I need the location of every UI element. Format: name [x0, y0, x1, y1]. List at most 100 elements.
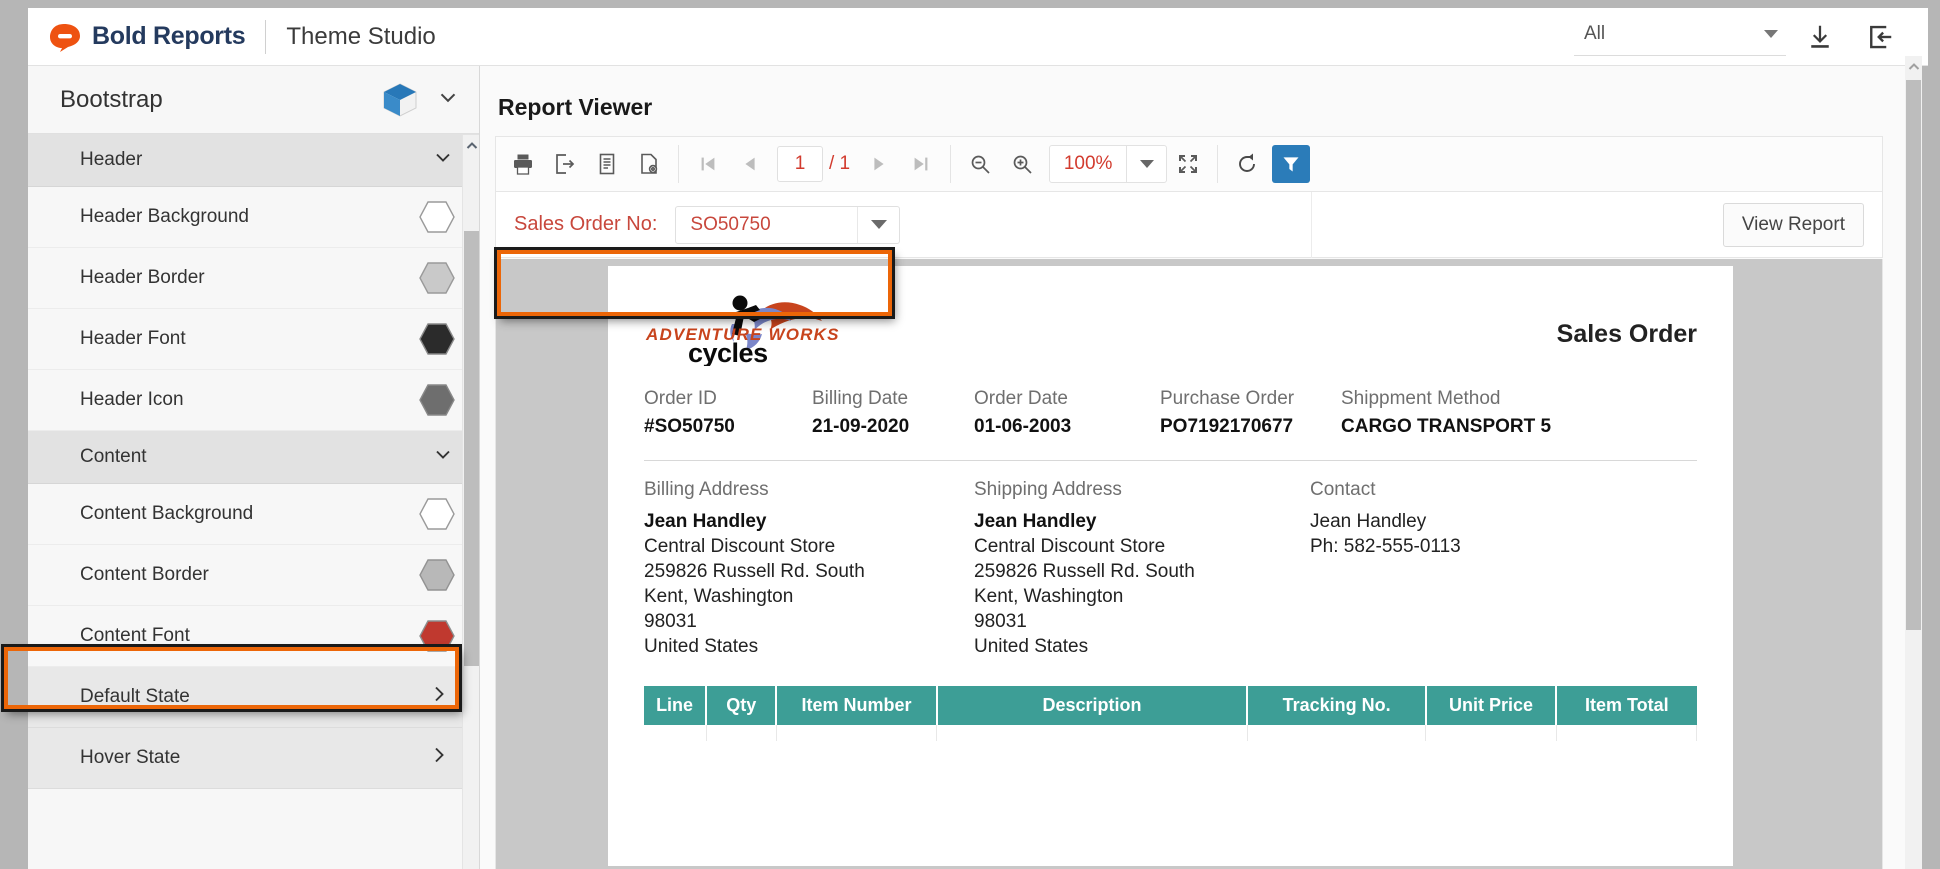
view-report-button[interactable]: View Report — [1722, 202, 1864, 247]
download-button[interactable] — [1794, 14, 1846, 60]
chevron-right-icon — [427, 743, 451, 773]
toolbar-zoom-group: 100% — [959, 137, 1209, 191]
previous-page-button[interactable] — [729, 143, 771, 185]
chevron-down-icon[interactable] — [435, 84, 461, 115]
brand-area[interactable]: Bold Reports — [28, 8, 246, 65]
sales-order-no-dropdown[interactable]: SO50750 — [675, 205, 901, 244]
billing-address-line: 259826 Russell Rd. South — [644, 561, 865, 582]
sidebar-item-default-state[interactable]: Default State — [28, 667, 479, 728]
shipping-address-name: Jean Handley — [974, 511, 1097, 532]
column-header-qty: Qty — [706, 686, 778, 725]
print-button[interactable] — [502, 143, 544, 185]
last-page-button[interactable] — [900, 143, 942, 185]
zoom-out-button[interactable] — [959, 143, 1001, 185]
color-swatch-hexagon[interactable] — [419, 559, 455, 591]
field-value: #SO50750 — [644, 416, 735, 437]
color-swatch-hexagon[interactable] — [419, 201, 455, 233]
toolbar-divider — [1217, 145, 1219, 183]
svg-text:cycles: cycles — [688, 338, 768, 366]
top-header-bar: Bold Reports Theme Studio All — [28, 8, 1928, 66]
sidebar-item-content-font[interactable]: Content Font — [28, 606, 479, 667]
field-value: PO7192170677 — [1160, 416, 1294, 437]
chevron-down-icon[interactable] — [1126, 146, 1166, 182]
app-title: Theme Studio — [286, 22, 436, 50]
toolbar-file-group — [502, 137, 670, 191]
sidebar-item-label: Header Icon — [80, 389, 184, 410]
sidebar-item-header-border[interactable]: Header Border — [28, 248, 479, 309]
billing-address-line: United States — [644, 636, 759, 657]
scroll-up-arrow-icon[interactable] — [1905, 58, 1922, 75]
scroll-up-arrow-icon[interactable] — [463, 137, 479, 154]
sidebar-scrollbar-thumb[interactable] — [464, 231, 479, 666]
toolbar-divider — [678, 145, 679, 183]
logout-button[interactable] — [1854, 14, 1906, 60]
contact-phone: Ph: 582-555-0113 — [1310, 536, 1461, 557]
sidebar-item-label: Content Background — [80, 503, 254, 524]
table-cell — [644, 725, 707, 741]
current-page-input[interactable]: 1 — [777, 146, 823, 182]
column-header-tracking-no: Tracking No. — [1247, 686, 1427, 725]
scope-filter-dropdown[interactable]: All — [1574, 18, 1786, 56]
sales-order-no-value: SO50750 — [690, 213, 771, 235]
zoom-in-button[interactable] — [1001, 143, 1043, 185]
address-section: Billing Address Jean Handley Central Dis… — [644, 479, 1697, 658]
parameter-divider — [1311, 191, 1313, 258]
color-swatch-hexagon[interactable] — [419, 262, 455, 294]
theme-sidebar: Bootstrap Header Header Background Heade… — [28, 66, 480, 869]
scope-filter-value: All — [1584, 23, 1606, 44]
billing-address-name: Jean Handley — [644, 511, 767, 532]
shipping-address-line: 259826 Russell Rd. South — [974, 561, 1195, 582]
bold-reports-logo-icon — [48, 22, 82, 52]
next-page-button[interactable] — [858, 143, 900, 185]
report-divider — [644, 460, 1697, 461]
field-label: Billing Date — [812, 388, 909, 409]
shipping-address-line: 98031 — [974, 611, 1027, 632]
sidebar-item-header-icon[interactable]: Header Icon — [28, 370, 479, 431]
zoom-level-select[interactable]: 100% — [1049, 145, 1168, 183]
sidebar-item-label: Content Font — [80, 625, 190, 646]
sidebar-item-header-background[interactable]: Header Background — [28, 187, 479, 248]
sidebar-section-header[interactable]: Header — [28, 134, 479, 187]
sidebar-section-content[interactable]: Content — [28, 431, 479, 484]
field-label: Order Date — [974, 388, 1068, 409]
color-swatch-hexagon[interactable] — [419, 323, 455, 355]
export-button[interactable] — [544, 143, 586, 185]
sidebar-scrollbar[interactable] — [462, 135, 479, 869]
color-swatch-hexagon[interactable] — [419, 498, 455, 530]
billing-address-line: 98031 — [644, 611, 697, 632]
field-label: Shippment Method — [1341, 388, 1501, 409]
header-divider — [265, 19, 267, 54]
sidebar-item-hover-state[interactable]: Hover State — [28, 728, 479, 789]
table-cell — [1425, 725, 1557, 741]
first-page-button[interactable] — [687, 143, 729, 185]
field-billing-date: Billing Date 21-09-2020 — [812, 388, 974, 438]
sidebar-item-content-border[interactable]: Content Border — [28, 545, 479, 606]
sidebar-item-content-background[interactable]: Content Background — [28, 484, 479, 545]
zoom-level-value: 100% — [1063, 153, 1113, 174]
color-swatch-hexagon[interactable] — [419, 620, 455, 652]
report-header: ADVENTURE WORKS cycles Sales Order — [644, 288, 1697, 368]
color-swatch-hexagon[interactable] — [419, 384, 455, 416]
sidebar-section-content-label: Content — [80, 446, 147, 467]
column-header-description: Description — [936, 686, 1249, 725]
sidebar-item-label: Header Background — [80, 206, 249, 227]
page-scrollbar[interactable] — [1905, 56, 1922, 869]
chevron-down-icon[interactable] — [857, 206, 899, 243]
field-label: Order ID — [644, 388, 717, 409]
sidebar-item-label: Hover State — [80, 747, 181, 768]
refresh-button[interactable] — [1226, 143, 1268, 185]
column-header-unit-price: Unit Price — [1425, 686, 1558, 725]
page-scrollbar-thumb[interactable] — [1906, 80, 1921, 630]
document-map-button[interactable] — [586, 143, 628, 185]
billing-address-title: Billing Address — [644, 479, 769, 500]
sidebar-item-header-font[interactable]: Header Font — [28, 309, 479, 370]
page-total-label: / 1 — [829, 153, 851, 174]
sidebar-item-label: Header Font — [80, 328, 186, 349]
page-setup-button[interactable] — [628, 143, 670, 185]
theme-selector[interactable]: Bootstrap — [28, 66, 479, 134]
fullscreen-button[interactable] — [1167, 143, 1209, 185]
filter-parameters-button[interactable] — [1272, 145, 1311, 183]
shipping-address-line: Kent, Washington — [974, 586, 1124, 607]
current-page-value: 1 — [794, 153, 806, 174]
column-header-item-number: Item Number — [776, 686, 938, 725]
